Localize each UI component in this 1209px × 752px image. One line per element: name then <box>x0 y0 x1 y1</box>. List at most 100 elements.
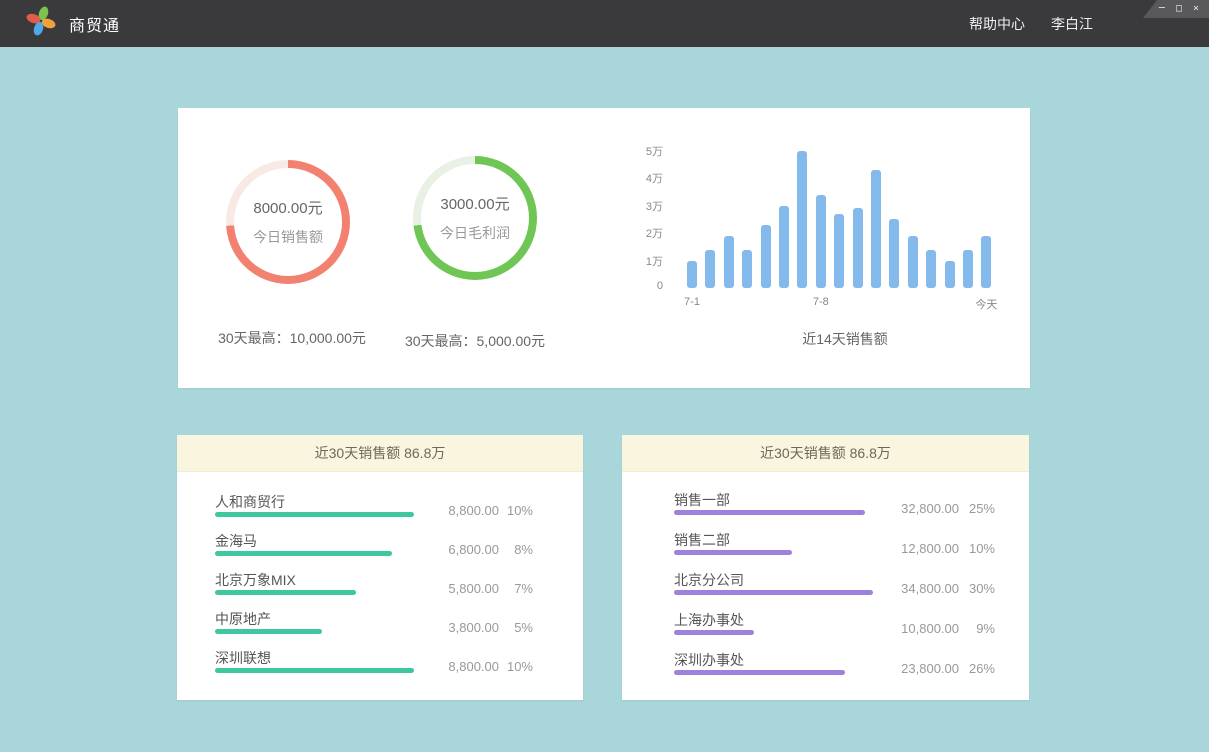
chart-bar[interactable] <box>853 208 863 288</box>
item-name: 金海马 <box>215 531 257 551</box>
item-amount: 23,800.00 <box>849 661 959 676</box>
window-controls: ─ □ × <box>1143 0 1209 18</box>
item-name: 北京万象MIX <box>215 570 296 590</box>
item-percent: 30% <box>959 581 995 596</box>
y-axis-tick-label: 3万 <box>600 198 663 214</box>
customers-card-title: 近30天销售额 86.8万 <box>177 435 583 472</box>
today-profit-donut-chart: 3000.00元 今日毛利润 <box>413 156 537 280</box>
list-item[interactable]: 上海办事处10,800.009% <box>622 610 1029 642</box>
minimize-icon[interactable]: ─ <box>1159 4 1165 14</box>
list-item[interactable]: 销售一部 32,800.0025% <box>622 490 1029 522</box>
help-center-link[interactable]: 帮助中心 <box>969 14 1025 34</box>
item-amount: 34,800.00 <box>849 581 959 596</box>
chart-bar[interactable] <box>687 261 697 289</box>
item-name: 人和商贸行 <box>215 492 285 512</box>
item-progress-bar <box>215 590 356 595</box>
item-name: 深圳办事处 <box>674 650 744 670</box>
chart-bar[interactable] <box>742 250 752 289</box>
chart-bar[interactable] <box>705 250 715 289</box>
item-progress-bar <box>674 510 865 515</box>
item-progress-bar <box>215 551 392 556</box>
item-progress-bar <box>674 550 792 555</box>
item-progress-bar <box>215 512 414 517</box>
departments-card-title: 近30天销售额 86.8万 <box>622 435 1029 472</box>
today-profit-donut-center: 3000.00元 今日毛利润 <box>421 164 529 272</box>
item-percent: 10% <box>497 659 533 674</box>
maximize-icon[interactable]: □ <box>1176 4 1182 14</box>
chart-bar[interactable] <box>816 195 826 289</box>
title-bar: 商贸通 帮助中心 李白江 ─ □ × <box>0 0 1209 47</box>
item-percent: 10% <box>959 541 995 556</box>
list-item[interactable]: 深圳联想 8,800.0010% <box>177 648 583 680</box>
today-sales-donut-chart: 8000.00元 今日销售额 <box>226 160 350 284</box>
item-amount: 6,800.00 <box>389 542 499 557</box>
item-percent: 7% <box>497 581 533 596</box>
list-item[interactable]: 金海马 6,800.008% <box>177 531 583 563</box>
item-progress-bar <box>215 629 322 634</box>
item-percent: 10% <box>497 503 533 518</box>
chart-bar[interactable] <box>797 151 807 289</box>
y-axis-tick-label: 5万 <box>600 143 663 159</box>
y-axis-tick-label: 2万 <box>600 225 663 241</box>
profit-30d-max-caption: 30天最高：5,000.00元 <box>355 331 595 351</box>
chart-bar[interactable] <box>926 250 936 289</box>
chart-bar[interactable] <box>981 236 991 288</box>
y-axis-tick-label: 1万 <box>600 253 663 269</box>
chart-bar[interactable] <box>871 170 881 288</box>
app-title: 商贸通 <box>69 12 120 36</box>
item-progress-bar <box>674 590 873 595</box>
item-amount: 3,800.00 <box>389 620 499 635</box>
item-name: 中原地产 <box>215 609 271 629</box>
list-item[interactable]: 北京万象MIX 5,800.007% <box>177 570 583 602</box>
list-item[interactable]: 北京分公司 34,800.0030% <box>622 570 1029 602</box>
item-amount: 32,800.00 <box>849 501 959 516</box>
item-percent: 25% <box>959 501 995 516</box>
chart-bar[interactable] <box>889 219 899 288</box>
list-item[interactable]: 销售二部 12,800.0010% <box>622 530 1029 562</box>
item-percent: 5% <box>497 620 533 635</box>
x-axis-tick-label: 7-1 <box>667 296 717 308</box>
chart-bar[interactable] <box>908 236 918 288</box>
list-item[interactable]: 人和商贸行 8,800.0010% <box>177 492 583 524</box>
chart-bar[interactable] <box>761 225 771 288</box>
chart-bar[interactable] <box>724 236 734 288</box>
item-progress-bar <box>674 670 845 675</box>
customers-ranking-card: 近30天销售额 86.8万 人和商贸行8,800.0010%金海马6,800.0… <box>177 435 583 700</box>
chart-bar[interactable] <box>963 250 973 289</box>
bar-chart-caption: 近14天销售额 <box>745 329 945 349</box>
list-item[interactable]: 深圳办事处 23,800.0026% <box>622 650 1029 682</box>
today-profit-value: 3000.00元 <box>440 193 509 214</box>
y-axis-tick-label: 0 <box>600 280 663 292</box>
daily-sales-bar-chart <box>678 138 1008 288</box>
item-amount: 8,800.00 <box>389 503 499 518</box>
item-amount: 12,800.00 <box>849 541 959 556</box>
today-sales-value: 8000.00元 <box>253 197 322 218</box>
user-menu[interactable]: 李白江 <box>1051 14 1093 34</box>
item-percent: 9% <box>959 621 995 636</box>
item-amount: 10,800.00 <box>849 621 959 636</box>
chart-bar[interactable] <box>779 206 789 289</box>
item-name: 销售二部 <box>674 530 730 550</box>
x-axis-tick-label: 7-8 <box>796 296 846 308</box>
departments-ranking-card: 近30天销售额 86.8万 销售一部 32,800.0025% 销售二部 12,800… <box>622 435 1029 700</box>
item-progress-bar <box>674 630 754 635</box>
chart-bar[interactable] <box>945 261 955 289</box>
item-amount: 8,800.00 <box>389 659 499 674</box>
x-axis-tick-label: 今天 <box>961 296 1011 312</box>
item-name: 深圳联想 <box>215 648 271 668</box>
y-axis-tick-label: 4万 <box>600 170 663 186</box>
app-window: 商贸通 帮助中心 李白江 ─ □ × 8000.00元 今日销售额 30天最高：… <box>0 0 1209 752</box>
app-logo-pinwheel-icon <box>26 6 56 41</box>
close-icon[interactable]: × <box>1193 4 1199 14</box>
today-sales-label: 今日销售额 <box>253 227 323 247</box>
item-name: 北京分公司 <box>674 570 744 590</box>
item-percent: 8% <box>497 542 533 557</box>
item-percent: 26% <box>959 661 995 676</box>
bar-chart-y-axis: 5万4万3万2万1万0 <box>600 138 663 288</box>
item-amount: 5,800.00 <box>389 581 499 596</box>
list-item[interactable]: 中原地产 3,800.005% <box>177 609 583 641</box>
chart-bar[interactable] <box>834 214 844 288</box>
item-progress-bar <box>215 668 414 673</box>
item-name: 销售一部 <box>674 490 730 510</box>
today-profit-label: 今日毛利润 <box>440 223 510 243</box>
